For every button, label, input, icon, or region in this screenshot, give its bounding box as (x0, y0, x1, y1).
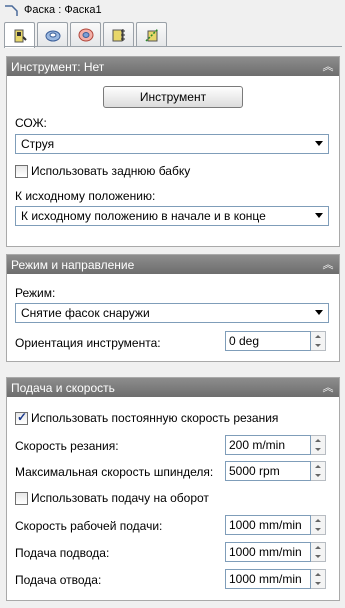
checkbox-box (15, 410, 28, 425)
lead-out-label: Подача отвода: (15, 573, 102, 587)
checkbox-box (15, 491, 28, 505)
lead-in-label: Подача подвода: (15, 546, 110, 560)
max-spindle-input[interactable]: 5000 rpm (225, 461, 311, 481)
coolant-label: СОЖ: (15, 116, 47, 130)
home-position-label: К исходному положению: (15, 189, 156, 203)
orientation-label: Ориентация инструмента: (15, 336, 161, 350)
spin-down-icon[interactable] (311, 579, 325, 588)
cutting-feed-stepper[interactable]: 1000 mm/min (225, 515, 326, 535)
tool-panel-header[interactable]: Инструмент: Нет ︽ (7, 57, 339, 76)
spin-down-icon[interactable] (311, 471, 325, 480)
chevron-down-icon (315, 310, 323, 315)
spin-up-icon[interactable] (311, 436, 325, 445)
mode-panel-header[interactable]: Режим и направление ︽ (7, 255, 339, 274)
orientation-stepper[interactable]: 0 deg (225, 331, 326, 351)
tool-panel: Инструмент: Нет ︽ Инструмент СОЖ: Струя … (6, 56, 340, 247)
spin-down-icon[interactable] (311, 341, 325, 350)
lead-out-input[interactable]: 1000 mm/min (225, 569, 311, 589)
tab-passes[interactable] (103, 22, 134, 47)
coolant-select[interactable]: Струя (15, 134, 329, 154)
tab-tool[interactable] (4, 22, 35, 48)
tool-panel-title: Инструмент: Нет (11, 59, 105, 74)
feed-panel-title: Подача и скорость (11, 380, 115, 395)
spin-down-icon[interactable] (311, 552, 325, 561)
mode-select[interactable]: Снятие фасок снаружи (15, 303, 329, 323)
tailstock-label: Использовать заднюю бабку (31, 164, 191, 178)
spin-up-icon[interactable] (311, 516, 325, 525)
orientation-input[interactable]: 0 deg (225, 331, 311, 351)
spin-up-icon[interactable] (311, 332, 325, 341)
linking-icon (144, 28, 159, 42)
chamfer-icon (5, 5, 18, 16)
lead-out-stepper[interactable]: 1000 mm/min (225, 569, 326, 589)
passes-icon (112, 29, 125, 42)
css-label: Использовать постоянную скорость резания (31, 411, 279, 425)
collapse-icon[interactable]: ︽ (321, 259, 334, 270)
heights-icon (78, 28, 93, 42)
spin-up-icon[interactable] (311, 543, 325, 552)
css-checkbox[interactable]: Использовать постоянную скорость резания (15, 410, 279, 425)
tailstock-checkbox[interactable]: Использовать заднюю бабку (15, 164, 190, 178)
checkbox-box (15, 164, 28, 178)
max-spindle-stepper[interactable]: 5000 rpm (225, 461, 326, 481)
spin-up-icon[interactable] (311, 462, 325, 471)
spin-up-icon[interactable] (311, 570, 325, 579)
cutting-feed-label: Скорость рабочей подачи: (15, 519, 163, 533)
lead-in-input[interactable]: 1000 mm/min (225, 542, 311, 562)
tool-icon (14, 29, 27, 42)
coolant-value: Струя (21, 137, 55, 151)
feed-per-rev-checkbox[interactable]: Использовать подачу на оборот (15, 491, 209, 505)
lead-in-stepper[interactable]: 1000 mm/min (225, 542, 326, 562)
max-spindle-label: Максимальная скорость шпинделя: (15, 465, 214, 479)
mode-value: Снятие фасок снаружи (21, 306, 150, 320)
chevron-down-icon (315, 141, 323, 146)
feed-panel: Подача и скорость ︽ Использовать постоян… (6, 377, 340, 601)
cutting-feed-input[interactable]: 1000 mm/min (225, 515, 311, 535)
chevron-down-icon (315, 213, 323, 218)
home-position-select[interactable]: К исходному положению в начале и в конце (15, 206, 329, 226)
spin-down-icon[interactable] (311, 525, 325, 534)
tab-geometry[interactable] (37, 22, 68, 47)
home-position-value: К исходному положению в начале и в конце (21, 209, 266, 223)
surface-speed-input[interactable]: 200 m/min (225, 435, 311, 455)
geometry-icon (45, 30, 60, 42)
collapse-icon[interactable]: ︽ (321, 382, 334, 393)
mode-label: Режим: (15, 286, 56, 300)
feed-panel-header[interactable]: Подача и скорость ︽ (7, 378, 339, 397)
surface-speed-label: Скорость резания: (15, 439, 119, 453)
tab-strip (4, 22, 169, 48)
surface-speed-stepper[interactable]: 200 m/min (225, 435, 326, 455)
tab-heights[interactable] (70, 22, 101, 47)
tab-linking[interactable] (136, 22, 167, 47)
mode-panel: Режим и направление ︽ Режим: Снятие фасо… (6, 254, 340, 362)
mode-panel-title: Режим и направление (11, 257, 135, 272)
tool-select-button[interactable]: Инструмент (103, 86, 243, 108)
window-title: Фаска : Фаска1 (24, 4, 102, 16)
feed-per-rev-label: Использовать подачу на оборот (31, 491, 209, 505)
title-bar: Фаска : Фаска1 (0, 0, 345, 20)
collapse-icon[interactable]: ︽ (321, 61, 334, 72)
spin-down-icon[interactable] (311, 445, 325, 454)
